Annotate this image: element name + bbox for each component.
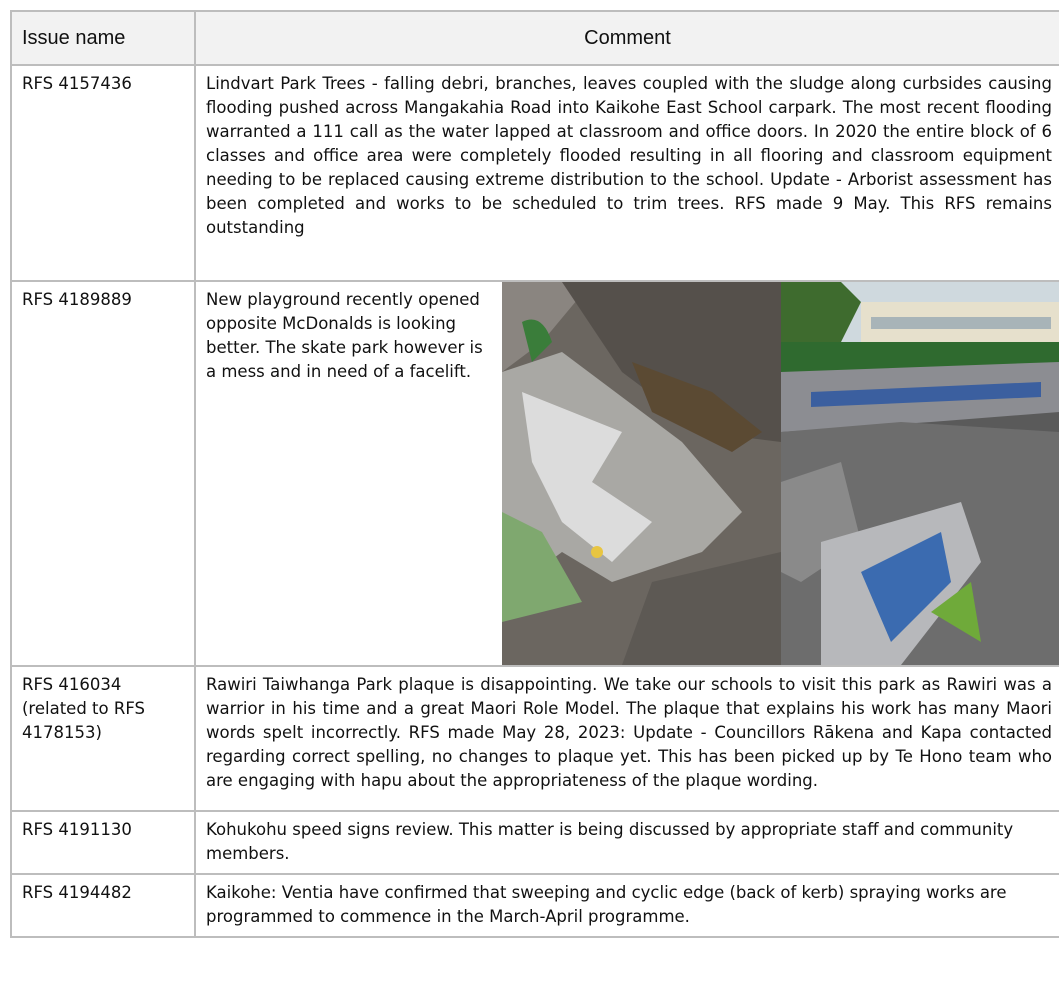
table-row: RFS 416034 (related to RFS 4178153) Rawi…: [10, 665, 1059, 812]
skate-park-bowl-photo: [781, 282, 1059, 665]
skate-park-graffiti-photo: [502, 282, 781, 665]
table-header-row: Issue name Comment: [10, 10, 1059, 66]
comment-cell: Lindvart Park Trees - falling debri, bra…: [194, 64, 1059, 282]
comment-cell: Kohukohu speed signs review. This matter…: [194, 810, 1059, 875]
comment-cell: New playground recently opened opposite …: [194, 280, 1059, 667]
issue-name-cell: RFS 4157436: [10, 64, 196, 282]
issue-name-cell: RFS 4194482: [10, 873, 196, 938]
header-comment: Comment: [194, 10, 1059, 66]
issues-table: Issue name Comment RFS 4157436 Lindvart …: [10, 10, 1059, 938]
issue-name-cell: RFS 4191130: [10, 810, 196, 875]
comment-cell: Rawiri Taiwhanga Park plaque is disappoi…: [194, 665, 1059, 812]
table-row: RFS 4189889 New playground recently open…: [10, 280, 1059, 667]
comment-cell: Kaikohe: Ventia have confirmed that swee…: [194, 873, 1059, 938]
issue-name-cell: RFS 4189889: [10, 280, 196, 667]
table-row: RFS 4191130 Kohukohu speed signs review.…: [10, 810, 1059, 875]
table-row: RFS 4194482 Kaikohe: Ventia have confirm…: [10, 873, 1059, 938]
comment-text: New playground recently opened opposite …: [206, 290, 483, 381]
issue-name-cell: RFS 416034 (related to RFS 4178153): [10, 665, 196, 812]
header-issue-name: Issue name: [10, 10, 196, 66]
table-row: RFS 4157436 Lindvart Park Trees - fallin…: [10, 64, 1059, 282]
